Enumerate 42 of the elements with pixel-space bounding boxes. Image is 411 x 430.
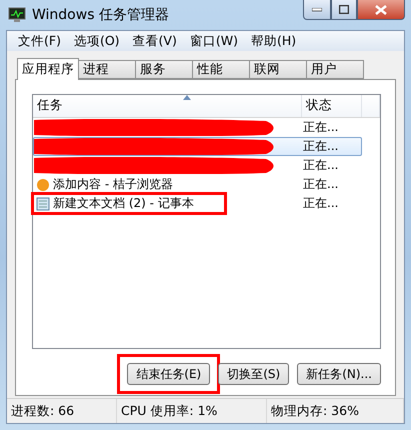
tab[interactable]: 应用程序 xyxy=(17,58,79,80)
maximize-button[interactable] xyxy=(331,0,357,20)
status-cell-text: 正在... xyxy=(302,138,340,155)
status-cell-text: 正在... xyxy=(302,195,340,212)
task-cell: 新建文本文档 (2) - 记事本 xyxy=(34,195,301,212)
action-button[interactable]: 结束任务(E) xyxy=(127,363,210,385)
minimize-icon xyxy=(312,8,322,12)
column-header[interactable]: 状态 xyxy=(302,95,362,117)
maximize-icon xyxy=(339,5,349,14)
tab[interactable]: 服务 xyxy=(135,60,193,79)
column-header[interactable]: 任务 xyxy=(33,95,302,117)
browser-icon xyxy=(36,178,50,192)
close-icon xyxy=(375,4,387,14)
status-cell-text: 正在... xyxy=(302,157,340,174)
task-cell: 添加内容 - 桔子浏览器 xyxy=(34,176,301,193)
minimize-button[interactable] xyxy=(303,0,331,20)
monitor-icon xyxy=(8,7,26,23)
status-text: CPU 使用率: 1% xyxy=(117,399,267,423)
action-button[interactable]: 切换至(S) xyxy=(218,363,290,385)
close-button[interactable] xyxy=(357,0,405,20)
action-button[interactable]: 新任务(N)... xyxy=(297,363,381,385)
tab[interactable]: 联网 xyxy=(249,60,307,79)
task-row[interactable]: 正在... xyxy=(33,118,362,137)
sort-arrow-icon xyxy=(183,95,191,100)
task-row[interactable]: 正在... xyxy=(33,156,362,175)
window-title: Windows 任务管理器 xyxy=(32,6,169,24)
menu-item[interactable]: 帮助(H) xyxy=(246,32,304,50)
tab[interactable]: 用户 xyxy=(306,60,364,79)
menu-item[interactable]: 选项(O) xyxy=(68,32,128,50)
task-row[interactable]: 正在... xyxy=(33,137,362,156)
menu-item[interactable]: 文件(F) xyxy=(13,32,69,50)
notepad-icon xyxy=(36,196,50,210)
tab[interactable]: 进程 xyxy=(78,60,136,79)
tab[interactable]: 性能 xyxy=(192,60,250,79)
task-row[interactable]: 新建文本文档 (2) - 记事本 正在... xyxy=(33,194,362,213)
status-text: 物理内存: 36% xyxy=(267,399,404,423)
task-row[interactable]: 添加内容 - 桔子浏览器 正在... xyxy=(33,175,362,194)
status-cell-text: 正在... xyxy=(302,119,340,136)
status-cell-text: 正在... xyxy=(302,176,340,193)
menu-item[interactable]: 窗口(W) xyxy=(184,32,246,50)
menu-item[interactable]: 查看(V) xyxy=(128,32,185,50)
status-text: 进程数: 66 xyxy=(7,399,117,423)
